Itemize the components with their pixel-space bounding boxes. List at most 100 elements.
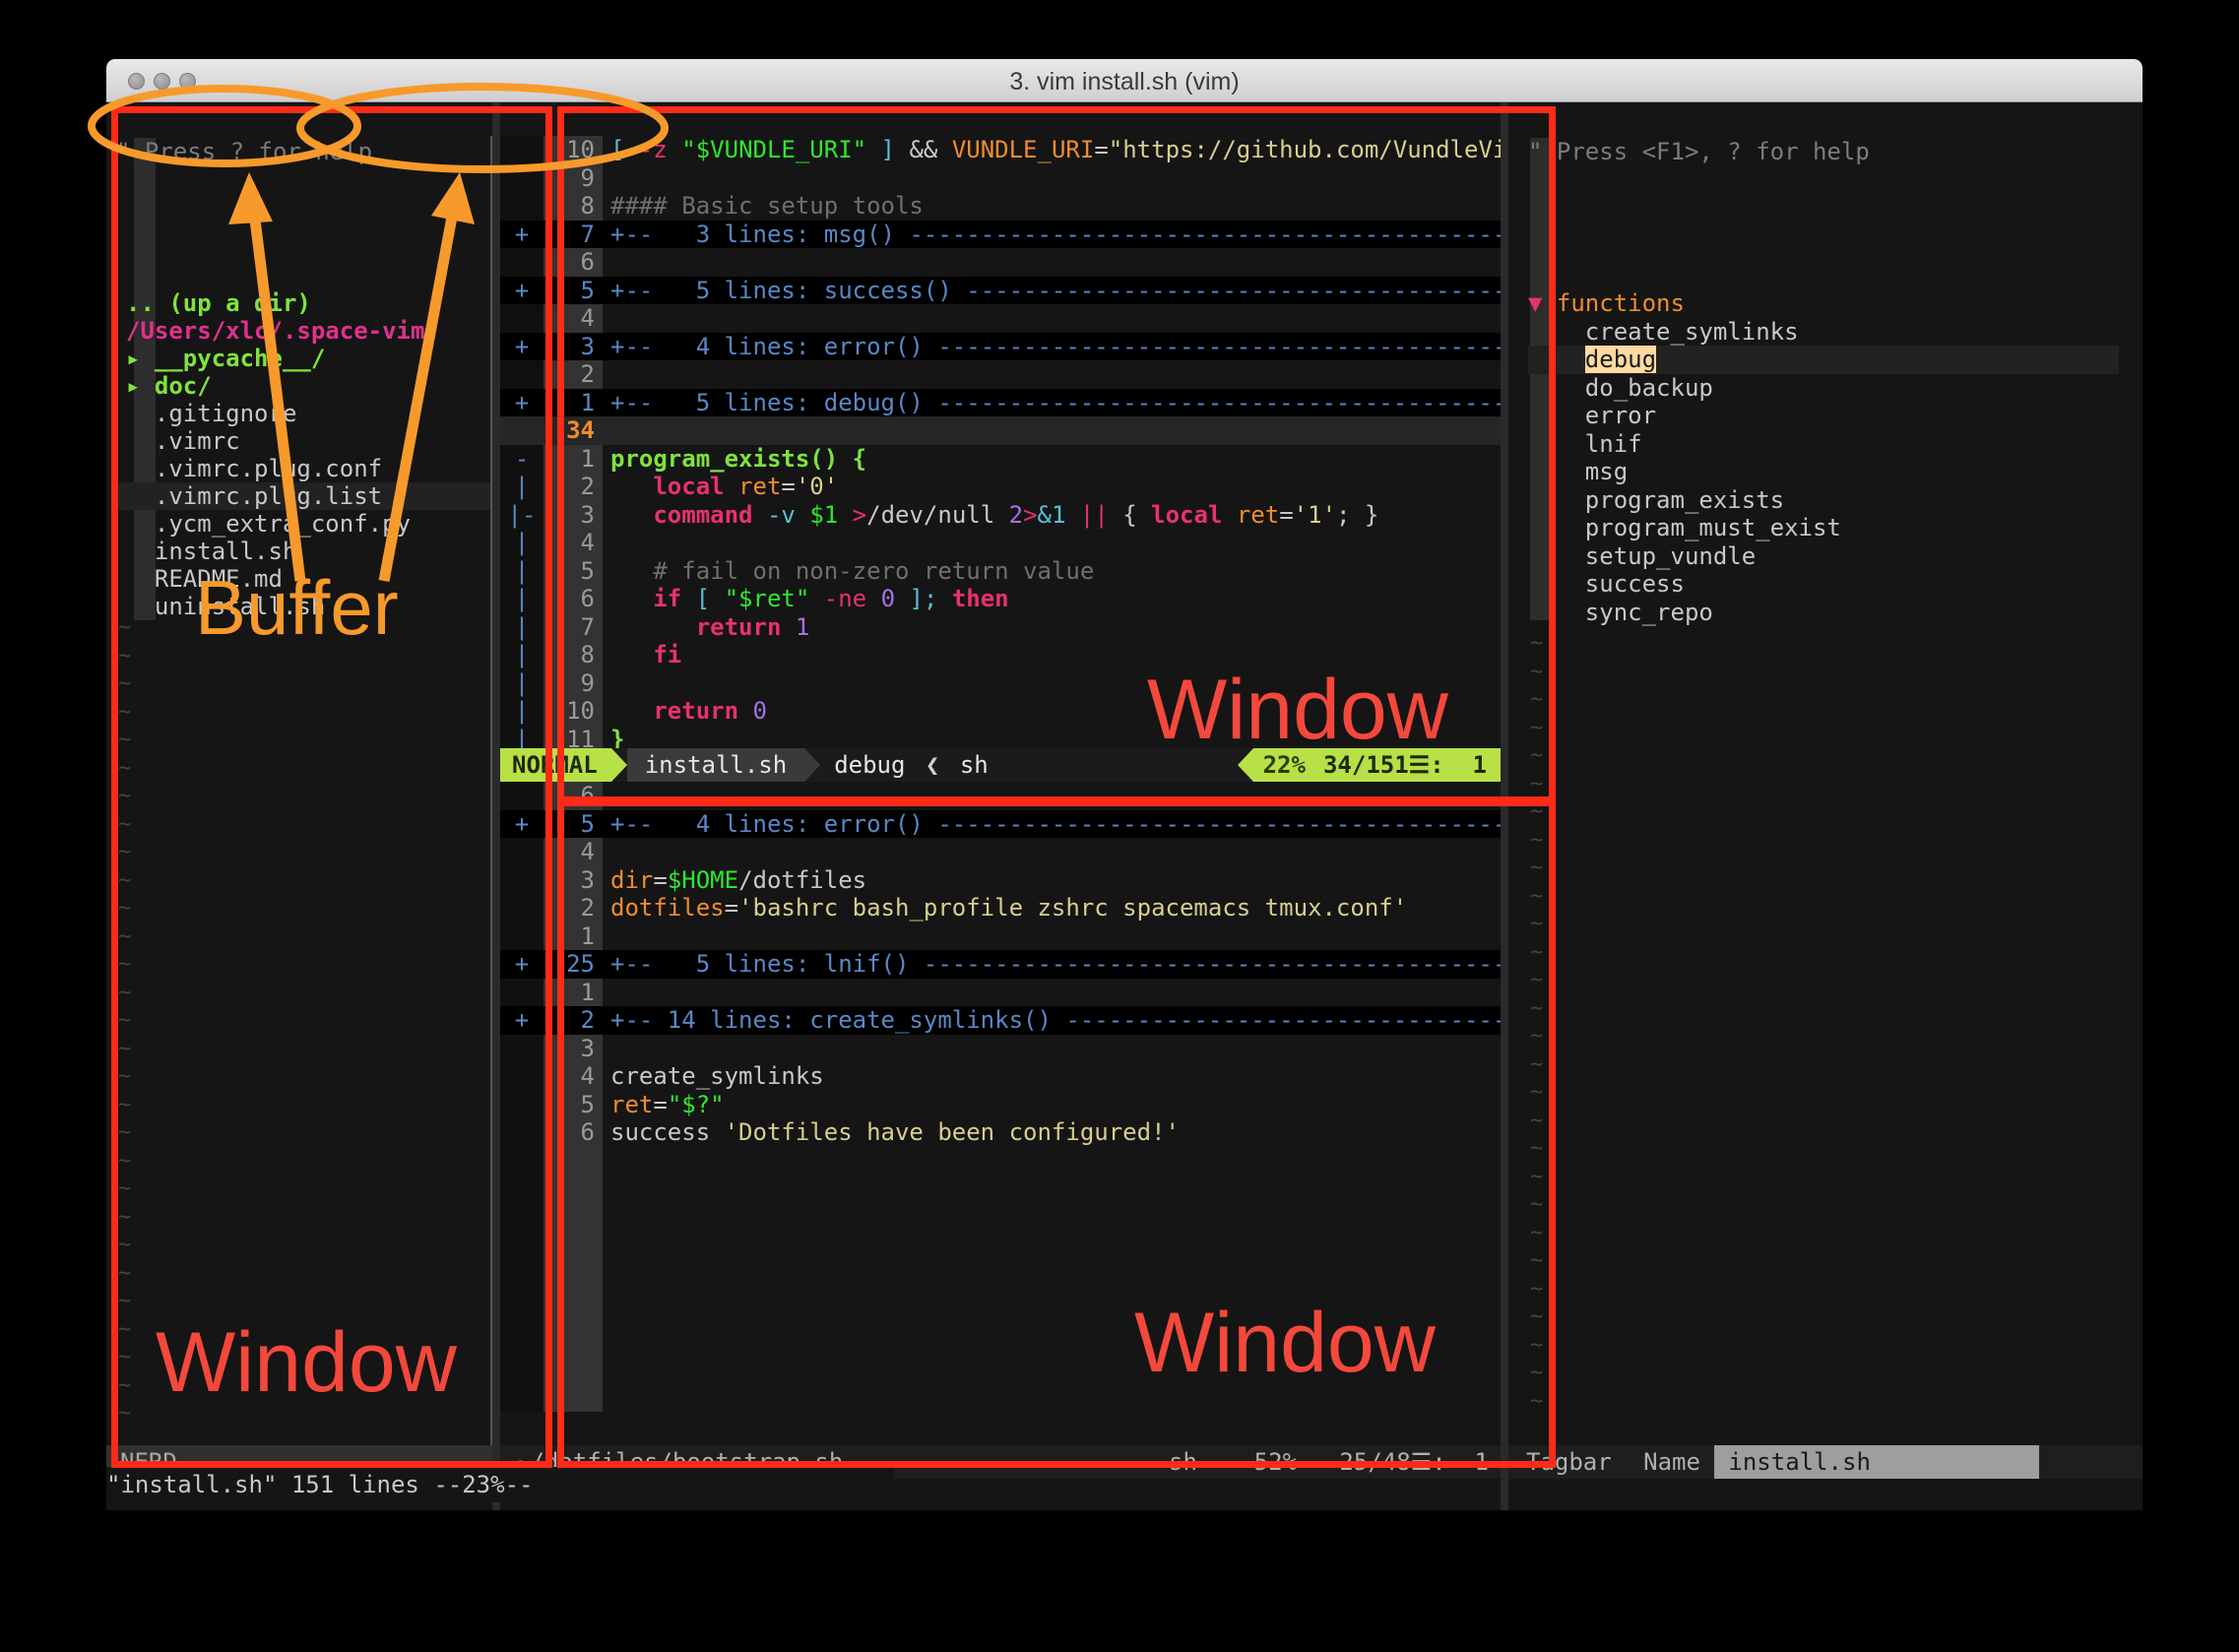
tagbar-tag[interactable]: do_backup xyxy=(1528,374,2119,403)
tagbar-indent xyxy=(1528,346,1585,373)
editor-line[interactable]: 6 xyxy=(500,248,1508,277)
editor-line[interactable]: 5 ret="$?" xyxy=(500,1091,1508,1119)
nerdtree-entry[interactable]: .vimrc.plug.conf xyxy=(116,455,500,482)
empty-line-marker: ~ xyxy=(1530,687,1544,712)
editor-line[interactable]: | 6 if [ "$ret" -ne 0 ]; then xyxy=(500,585,1508,613)
statusline-percent: 22% xyxy=(1252,748,1323,782)
code-token: "$?" xyxy=(667,1090,725,1118)
editor-line[interactable]: +25 +-- 5 lines: lnif() -----------------… xyxy=(500,950,1550,979)
fold-marker[interactable]: | xyxy=(500,585,544,613)
tagbar-tag[interactable]: lnif xyxy=(1528,430,2119,459)
editor-line[interactable]: 4 xyxy=(500,838,1508,866)
editor-line[interactable]: 1 xyxy=(500,979,1508,1007)
editor-line[interactable]: 6 success 'Dotfiles have been configured!… xyxy=(500,1118,1508,1147)
statusline-bottom-right: sh 52% 25/48☰: 1 xyxy=(1169,1445,1508,1479)
editor-line[interactable]: 2 dotfiles='bashrc bash_profile zshrc spa… xyxy=(500,894,1508,922)
editor-line[interactable]: 2 xyxy=(500,360,1508,389)
editor-line[interactable]: 10 [ -z "$VUNDLE_URI" ] && VUNDLE_URI="ht… xyxy=(500,136,1521,164)
tagbar-tag-list[interactable]: ▼ functions create_symlinks debug do_bac… xyxy=(1528,289,2119,626)
tagbar-tag[interactable]: program_exists xyxy=(1528,486,2119,515)
code-token: dir xyxy=(610,865,654,894)
fold-marker[interactable]: + xyxy=(500,810,544,839)
tagbar-tag[interactable]: setup_vundle xyxy=(1528,542,2119,571)
code-token: && xyxy=(895,136,952,163)
editor-line[interactable]: | 7 return 1 xyxy=(500,613,1508,642)
editor-line[interactable]: +1 +-- 5 lines: debug() -----------------… xyxy=(500,388,1550,417)
line-text: +-- 4 lines: error() -------------------… xyxy=(610,333,1550,361)
editor-line[interactable]: 8 #### Basic setup tools xyxy=(500,192,1508,221)
tagbar-kind-row[interactable]: ▼ functions xyxy=(1528,289,2119,318)
nerdtree-entry[interactable]: .. (up a dir) xyxy=(116,289,500,317)
nerdtree-entry[interactable]: uninstall.sh xyxy=(116,593,500,620)
vertical-split-right[interactable] xyxy=(1501,102,1508,1510)
empty-line-marker: ~ xyxy=(118,1036,132,1061)
fold-marker[interactable]: + xyxy=(500,277,544,305)
editor-window-bottom[interactable]: 6 +5 +-- 4 lines: error() ----------------… xyxy=(500,782,1550,1412)
nerdtree-entry[interactable]: README.md xyxy=(116,565,500,593)
nerdtree-entry[interactable]: install.sh xyxy=(116,538,500,565)
editor-line[interactable]: 4 create_symlinks xyxy=(500,1062,1508,1091)
tagbar-tag[interactable]: error xyxy=(1528,402,2119,430)
fold-marker[interactable]: | xyxy=(500,557,544,586)
editor-line[interactable]: 34 xyxy=(500,416,1508,445)
window-title: 3. vim install.sh (vim) xyxy=(1009,68,1240,95)
nerdtree-file-list[interactable]: .. (up a dir)/Users/xlc/.space-vim/▸ __p… xyxy=(116,289,500,620)
tagbar-tag[interactable]: debug xyxy=(1528,346,2119,374)
editor-line[interactable]: 4 xyxy=(500,304,1508,333)
fold-marker[interactable]: + xyxy=(500,389,544,417)
nerdtree-entry[interactable]: ▸ doc/ xyxy=(116,372,500,400)
editor-line[interactable]: | 8 fi xyxy=(500,641,1508,669)
editor-line[interactable]: 1 xyxy=(500,922,1508,951)
window-titlebar[interactable]: 3. vim install.sh (vim) xyxy=(106,59,2143,102)
tagbar-tag[interactable]: sync_repo xyxy=(1528,599,2119,627)
editor-line[interactable]: 6 xyxy=(500,782,1508,810)
nerdtree-entry[interactable]: .gitignore xyxy=(116,400,500,427)
vertical-split-left[interactable] xyxy=(492,102,500,1510)
nerdtree-window[interactable]: " Press ? for help .. (up a dir)/Users/x… xyxy=(106,102,500,1510)
editor-line[interactable]: +7 +-- 3 lines: msg() -------------------… xyxy=(500,220,1550,249)
fold-marker[interactable]: + xyxy=(500,333,544,361)
fold-marker[interactable]: - xyxy=(500,445,544,474)
editor-line[interactable]: | 10 return 0 xyxy=(500,697,1508,726)
editor-line[interactable]: - 1 program_exists() { xyxy=(500,445,1508,474)
fold-marker[interactable]: | xyxy=(500,669,544,698)
tagbar-window[interactable]: " Press <F1>, ? for help ▼ functions cre… xyxy=(1508,102,2143,1510)
editor-line[interactable]: +2 +-- 14 lines: create_symlinks() ------… xyxy=(500,1006,1550,1035)
editor-window-top[interactable]: 10[ -z "$VUNDLE_URI" ] && VUNDLE_URI="ht… xyxy=(500,136,1550,781)
nerdtree-entry[interactable]: ▸ __pycache__/ xyxy=(116,345,500,372)
code-token: = xyxy=(653,865,668,894)
fold-marker[interactable]: | xyxy=(500,473,544,501)
editor-line[interactable]: +3 +-- 4 lines: error() -----------------… xyxy=(500,332,1550,361)
empty-line-marker: ~ xyxy=(118,952,132,977)
chevron-down-icon[interactable]: ▼ xyxy=(1528,289,1557,317)
tagbar-tag[interactable]: create_symlinks xyxy=(1528,318,2119,347)
editor-line[interactable]: | 2 local ret='0' xyxy=(500,473,1508,501)
tagbar-tag[interactable]: program_must_exist xyxy=(1528,514,2119,542)
nerdtree-entry-label: install.sh xyxy=(126,538,297,565)
empty-line-marker: ~ xyxy=(1530,715,1544,740)
editor-line[interactable]: +5 +-- 4 lines: error() -----------------… xyxy=(500,809,1550,839)
editor-line[interactable]: | 5 # fail on non-zero return value xyxy=(500,557,1508,586)
fold-marker[interactable]: + xyxy=(500,950,544,979)
nerdtree-entry[interactable]: .vimrc xyxy=(116,427,500,455)
fold-marker[interactable]: | xyxy=(500,697,544,726)
fold-marker[interactable]: | xyxy=(500,641,544,669)
editor-line[interactable]: 3 dir=$HOME/dotfiles xyxy=(500,866,1508,895)
nerdtree-entry[interactable]: .vimrc.plug.list xyxy=(116,482,500,510)
fold-marker[interactable]: |- xyxy=(500,501,544,530)
fold-marker[interactable]: | xyxy=(500,529,544,557)
editor-line[interactable]: | 9 xyxy=(500,669,1508,698)
editor-line[interactable]: | 4 xyxy=(500,529,1508,557)
tagbar-tag[interactable]: success xyxy=(1528,570,2119,599)
tagbar-tag[interactable]: msg xyxy=(1528,458,2119,486)
nerdtree-entry[interactable]: .ycm_extra_conf.py xyxy=(116,510,500,538)
editor-line[interactable]: +5 +-- 5 lines: success() ---------------… xyxy=(500,276,1550,305)
nerdtree-entry-label: uninstall.sh xyxy=(126,593,326,620)
editor-line[interactable]: |- 3 command -v $1 >/dev/null 2>&1 || { l… xyxy=(500,501,1508,530)
editor-line[interactable]: 3 xyxy=(500,1035,1508,1063)
nerdtree-entry[interactable]: /Users/xlc/.space-vim/ xyxy=(116,317,500,345)
fold-marker[interactable]: + xyxy=(500,221,544,249)
fold-marker[interactable]: | xyxy=(500,613,544,642)
fold-marker[interactable]: + xyxy=(500,1006,544,1035)
editor-line[interactable]: 9 xyxy=(500,164,1508,193)
